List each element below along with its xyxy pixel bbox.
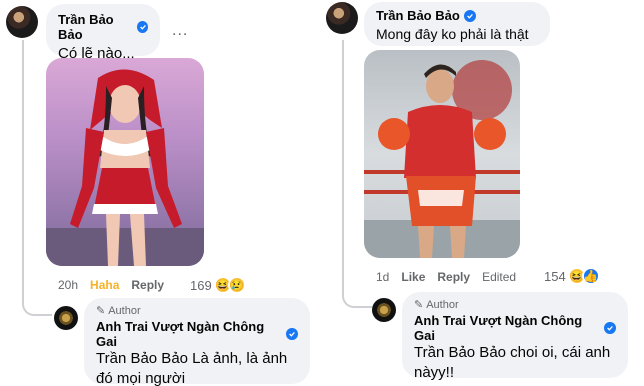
reply-author-name[interactable]: Anh Trai Vượt Ngàn Chông Gai [96, 319, 282, 349]
reply-button[interactable]: Reply [131, 278, 164, 292]
reaction-count: 154 [544, 268, 566, 284]
reaction-haha-button[interactable]: Haha [90, 278, 119, 292]
comment-author-name[interactable]: Trần Bảo Bảo [376, 8, 460, 23]
edited-label[interactable]: Edited [482, 270, 516, 284]
more-options-icon[interactable]: ... [172, 22, 188, 40]
photo-figure-icon [46, 69, 204, 266]
verified-badge-icon [463, 9, 476, 22]
author-badge: Author [426, 298, 459, 311]
author-avatar[interactable] [372, 298, 396, 322]
comment-time[interactable]: 1d [376, 270, 389, 284]
comment-photo[interactable] [364, 50, 520, 258]
reaction-count: 169 [190, 277, 212, 293]
reply-text: Trần Bảo Bảo Là ảnh, là ảnh [96, 349, 298, 369]
reply-bubble: ✎ Author Anh Trai Vượt Ngàn Chông Gai Tr… [84, 298, 310, 386]
page-logo-icon [376, 302, 392, 318]
avatar[interactable] [6, 6, 38, 38]
like-emoji-icon: 👍 [581, 267, 600, 285]
reaction-summary[interactable]: 154 😆 👍 [544, 267, 600, 285]
reply-button[interactable]: Reply [437, 270, 470, 284]
comment-text: Mong đây ko phải là thật [376, 26, 529, 42]
reply-author-name[interactable]: Anh Trai Vượt Ngàn Chông Gai [414, 313, 600, 343]
comment-bubble: Trần Bảo Bảo Mong đây ko phải là thật [364, 2, 550, 46]
reply-text-line1: Là ảnh, là ảnh [192, 350, 288, 367]
comment-actions: 20h Haha Reply [58, 278, 164, 292]
reply-text-line2: đó mọi người [96, 370, 186, 386]
pencil-icon: ✎ [96, 305, 106, 317]
photo-figure-icon [364, 60, 520, 258]
sad-emoji-icon: 😢 [227, 276, 246, 294]
reply-bubble: ✎ Author Anh Trai Vượt Ngàn Chông Gai Tr… [402, 292, 628, 381]
author-avatar[interactable] [54, 306, 78, 330]
comment-time[interactable]: 20h [58, 278, 78, 292]
page-logo-icon [58, 310, 74, 326]
like-button[interactable]: Like [401, 270, 425, 284]
mention-link[interactable]: Trần Bảo Bảo [414, 344, 506, 361]
avatar[interactable] [326, 2, 358, 34]
verified-badge-icon [137, 21, 148, 33]
reply-text-line2: nàyy!! [414, 364, 455, 381]
author-badge: Author [108, 304, 141, 317]
pencil-icon: ✎ [414, 299, 424, 311]
reply-text-line1: choi oi, cái anh [510, 344, 611, 361]
reaction-summary[interactable]: 169 😆 😢 [190, 276, 246, 294]
reply-text: Trần Bảo Bảo choi oi, cái anh [414, 343, 616, 363]
comment-actions: 1d Like Reply Edited [376, 270, 516, 284]
comment-bubble: Trần Bảo Bảo Có lẽ nào... [46, 4, 160, 62]
verified-badge-icon [604, 322, 616, 334]
verified-badge-icon [286, 328, 298, 340]
comment-author-name[interactable]: Trần Bảo Bảo [58, 12, 133, 42]
mention-link[interactable]: Trần Bảo Bảo [96, 350, 188, 367]
comment-photo[interactable] [46, 58, 204, 266]
